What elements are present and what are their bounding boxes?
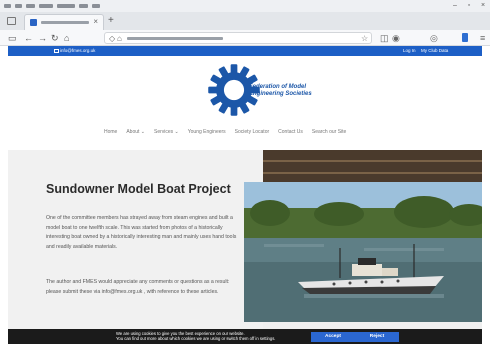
url-text (127, 37, 223, 40)
cookie-line-2: You can find out more about which cookie… (116, 336, 276, 341)
nav-search-site[interactable]: Search our Site (312, 128, 346, 136)
menu-item-edit[interactable] (15, 4, 22, 8)
reader-icon[interactable]: ◉ (392, 33, 400, 43)
cookie-message: We are using cookies to give you the bes… (116, 331, 316, 341)
account-icon[interactable]: ◎ (430, 33, 438, 43)
reload-icon[interactable]: ↻ (51, 33, 59, 43)
logo-line-2: Engineering Societies (249, 91, 312, 97)
tab-title (41, 21, 89, 24)
menu-item-history[interactable] (39, 4, 53, 8)
extension-icon[interactable] (462, 33, 468, 42)
close-window-icon[interactable]: × (480, 2, 486, 9)
bookshelf-photo (263, 150, 482, 182)
home-icon[interactable]: ⌂ (64, 33, 69, 43)
hero-paragraph-2: The author and FMES would appreciate any… (46, 279, 230, 295)
model-boat-photo (244, 182, 482, 322)
nav-home[interactable]: Home (104, 128, 117, 136)
hero-paragraph-1: One of the committee members has strayed… (46, 215, 237, 250)
lock-icon[interactable]: ⌂ (117, 34, 122, 44)
header-email-link[interactable]: info@fmes.org.uk (60, 48, 95, 54)
sidebar-icon[interactable]: ▭ (8, 33, 17, 43)
menu-item-view[interactable] (26, 4, 35, 8)
bookmark-star-icon[interactable]: ☆ (361, 34, 368, 44)
nav-society-locator[interactable]: Society Locator (235, 128, 269, 136)
club-data-link[interactable]: My Club Data (421, 48, 448, 54)
site-top-strip: info@fmes.org.uk Log In My Club Data (8, 46, 482, 56)
cookie-consent-bar: We are using cookies to give you the bes… (8, 329, 482, 344)
forward-icon[interactable]: → (38, 33, 47, 43)
browser-menu-bar: – ▫ × (0, 0, 490, 12)
nav-contact-us[interactable]: Contact Us (278, 128, 303, 136)
back-icon[interactable]: ← (24, 33, 33, 43)
menu-item-bookmarks[interactable] (57, 4, 75, 8)
accept-cookies-button[interactable]: Accept (311, 332, 355, 342)
menu-icon[interactable]: ≡ (480, 33, 485, 43)
mail-icon (54, 49, 59, 53)
nav-about[interactable]: About ⌄ (126, 128, 145, 136)
maximize-icon[interactable]: ▫ (466, 2, 472, 9)
favicon-icon (30, 19, 37, 26)
model-boat-icon (298, 244, 444, 294)
url-bar[interactable]: ◇ ⌂ ☆ (104, 32, 372, 44)
sidebar-toggle-icon[interactable] (7, 17, 16, 25)
menu-item-file[interactable] (4, 4, 11, 8)
login-link[interactable]: Log In (403, 48, 416, 54)
nav-young-engineers[interactable]: Young Engineers (188, 128, 226, 136)
menu-item-help[interactable] (92, 4, 100, 8)
tab-strip: × + (0, 12, 490, 30)
close-tab-icon[interactable]: × (93, 18, 98, 26)
logo-line-1: Federation of Model (249, 84, 306, 90)
minimize-icon[interactable]: – (452, 2, 458, 9)
shield-icon[interactable]: ◇ (109, 34, 115, 44)
hero-section: Sundowner Model Boat Project One of the … (8, 150, 482, 344)
main-nav: Home About ⌄ Services ⌄ Young Engineers … (104, 128, 346, 136)
browser-tab-active[interactable]: × (24, 14, 104, 30)
page-title: Sundowner Model Boat Project (46, 182, 231, 196)
nav-services[interactable]: Services ⌄ (154, 128, 179, 136)
new-tab-icon[interactable]: + (108, 15, 114, 27)
pocket-icon[interactable]: ◫ (380, 33, 389, 43)
logo-text: Federation of Model Engineering Societie… (249, 84, 312, 98)
browser-nav-bar: ▭ ← → ↻ ⌂ ◇ ⌂ ☆ ◫ ◉ ◎ ≡ (0, 30, 490, 46)
reject-cookies-button[interactable]: Reject (355, 332, 399, 342)
menu-item-tools[interactable] (79, 4, 88, 8)
